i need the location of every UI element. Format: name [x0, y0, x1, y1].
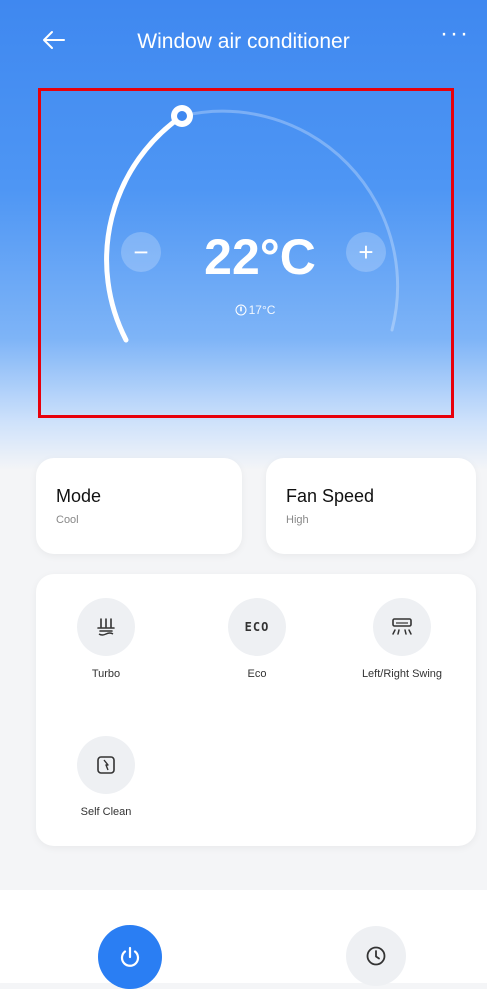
fan-speed-card[interactable]: Fan Speed High [266, 458, 476, 554]
eco-icon: ECO [244, 620, 270, 634]
eco-button[interactable]: ECO Eco [187, 598, 327, 680]
self-clean-button[interactable]: Self Clean [36, 736, 176, 818]
turbo-button[interactable]: Turbo [36, 598, 176, 680]
eco-icon-circle: ECO [228, 598, 286, 656]
mode-value: Cool [56, 514, 79, 526]
turbo-icon-circle [77, 598, 135, 656]
page-title: Window air conditioner [137, 30, 350, 53]
indoor-temp-icon [235, 304, 247, 316]
power-icon [120, 946, 140, 967]
set-temperature: 22°C [204, 229, 316, 285]
power-button[interactable] [98, 925, 162, 989]
self-clean-icon-circle [77, 736, 135, 794]
self-clean-icon [97, 756, 115, 774]
self-clean-label: Self Clean [80, 806, 132, 818]
fan-speed-value: High [286, 514, 309, 526]
indoor-temperature: 17°C [210, 302, 300, 317]
increase-temperature-button[interactable]: + [346, 232, 386, 272]
left-right-swing-button[interactable]: Left/Right Swing [332, 598, 472, 680]
decrease-temperature-button[interactable]: − [121, 232, 161, 272]
header: Window air conditioner ··· [0, 0, 487, 80]
dial-knob [171, 105, 193, 127]
functions-panel: Turbo ECO Eco Left/Right Swing Self Clea… [36, 574, 476, 846]
swing-icon-circle [373, 598, 431, 656]
timer-button[interactable] [346, 926, 406, 986]
fan-speed-title: Fan Speed [286, 486, 375, 506]
left-right-swing-label: Left/Right Swing [361, 668, 443, 680]
bottom-bar [0, 890, 487, 983]
clock-icon [366, 946, 386, 966]
mode-card[interactable]: Mode Cool [36, 458, 242, 554]
dial-track [180, 109, 400, 332]
eco-label: Eco [247, 668, 267, 680]
turbo-icon [97, 618, 115, 636]
dial-progress [104, 113, 185, 343]
indoor-temperature-value: 17°C [248, 302, 276, 317]
turbo-label: Turbo [91, 668, 121, 680]
swing-icon [392, 618, 412, 635]
mode-title: Mode [56, 486, 102, 506]
more-options-button[interactable]: ··· [440, 22, 474, 46]
